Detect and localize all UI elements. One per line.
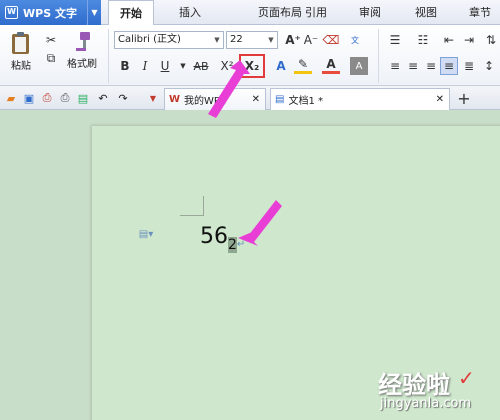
phonetic-guide-icon[interactable]: 文 [346,31,364,49]
increase-indent-icon[interactable]: ⇥ [460,31,478,49]
bullet-list-icon[interactable]: ☰ [384,31,406,49]
arrow-to-text-icon [238,200,282,246]
doc-tab-document1[interactable]: ▤ 文档1 * ✕ [270,88,450,110]
tab-references[interactable]: 引用 [296,0,336,25]
print-preview-icon[interactable]: ▤ [75,90,91,106]
open-folder-icon[interactable]: ▰ [3,90,19,106]
format-painter-label: 格式刷 [67,59,97,70]
numbered-list-icon[interactable]: ☷ [412,31,434,49]
distributed-icon[interactable]: ≣ [460,57,478,75]
format-painter-button[interactable]: 格式刷 [64,31,100,70]
tab-review[interactable]: 审阅 [350,0,390,25]
tab-home[interactable]: 开始 [108,0,154,26]
decrease-indent-icon[interactable]: ⇤ [440,31,458,49]
copy-icon[interactable]: ⧉ [42,49,60,67]
sort-icon[interactable]: ⇅ [482,31,500,49]
underline-icon[interactable]: U [156,57,174,75]
font-family-value: Calibri (正文) [118,34,181,45]
tab-view[interactable]: 视图 [406,0,446,25]
bold-icon[interactable]: B [116,57,134,75]
paste-button[interactable]: 粘贴 [4,31,38,72]
justify-icon[interactable]: ≡ [440,57,458,75]
font-family-select[interactable]: Calibri (正文) ▼ [114,31,224,49]
app-menu-button[interactable]: W WPS 文字 ▼ [0,0,101,25]
font-color-icon[interactable]: A [322,57,340,74]
italic-icon[interactable]: I [136,57,154,75]
chevron-down-icon: ▼ [214,36,220,44]
shrink-font-icon[interactable]: A⁻ [302,31,320,49]
character-shading-icon[interactable]: A [350,57,368,75]
format-painter-icon [76,32,90,51]
undo-icon[interactable]: ↶ [95,90,111,106]
font-size-value: 22 [230,34,243,45]
title-bar: W WPS 文字 ▼ 开始 插入 页面布局 引用 审阅 视图 章节 [0,0,500,26]
doc-tab-label: 文档1 * [288,96,323,107]
font-size-select[interactable]: 22 ▼ [226,31,278,49]
tab-insert[interactable]: 插入 [168,0,212,25]
divider [108,29,109,83]
clipboard-icon [12,32,29,54]
watermark-url: jingyanla.com [380,396,472,411]
checkmark-icon: ✓ [458,366,475,390]
watermark-title: 经验啦 [378,371,450,399]
save-icon[interactable]: ▣ [21,90,37,106]
line-spacing-icon[interactable]: ↕ [480,57,498,75]
arrow-to-subscript-icon [208,60,250,118]
clear-format-icon[interactable]: ⌫ [322,31,340,49]
divider [378,29,379,83]
paste-label: 粘贴 [11,61,31,72]
align-left-icon[interactable]: ≡ [386,57,404,75]
wps-logo-icon: W [169,94,181,105]
app-name: WPS 文字 [23,6,77,20]
export-pdf-icon[interactable]: ⎙ [39,90,55,106]
grow-font-icon[interactable]: A⁺ [284,31,302,49]
paragraph-layout-icon[interactable]: ▤▾ [138,226,154,242]
close-icon[interactable]: ✕ [436,94,444,105]
customize-toolbar-icon[interactable]: ▼ [145,90,161,106]
chevron-down-icon: ▼ [268,36,274,44]
wps-logo-icon: W [5,6,18,19]
redo-icon[interactable]: ↷ [115,90,131,106]
align-center-icon[interactable]: ≡ [404,57,422,75]
new-tab-icon[interactable]: + [456,89,472,108]
align-right-icon[interactable]: ≡ [422,57,440,75]
cut-icon[interactable]: ✂ [42,31,60,49]
annotation-arrows [208,60,282,246]
print-icon[interactable]: ⎙ [57,90,73,106]
chevron-down-icon[interactable]: ▼ [87,0,101,25]
tab-chapter[interactable]: 章节 [460,0,500,25]
highlight-color-icon[interactable]: ✎ [294,57,312,74]
